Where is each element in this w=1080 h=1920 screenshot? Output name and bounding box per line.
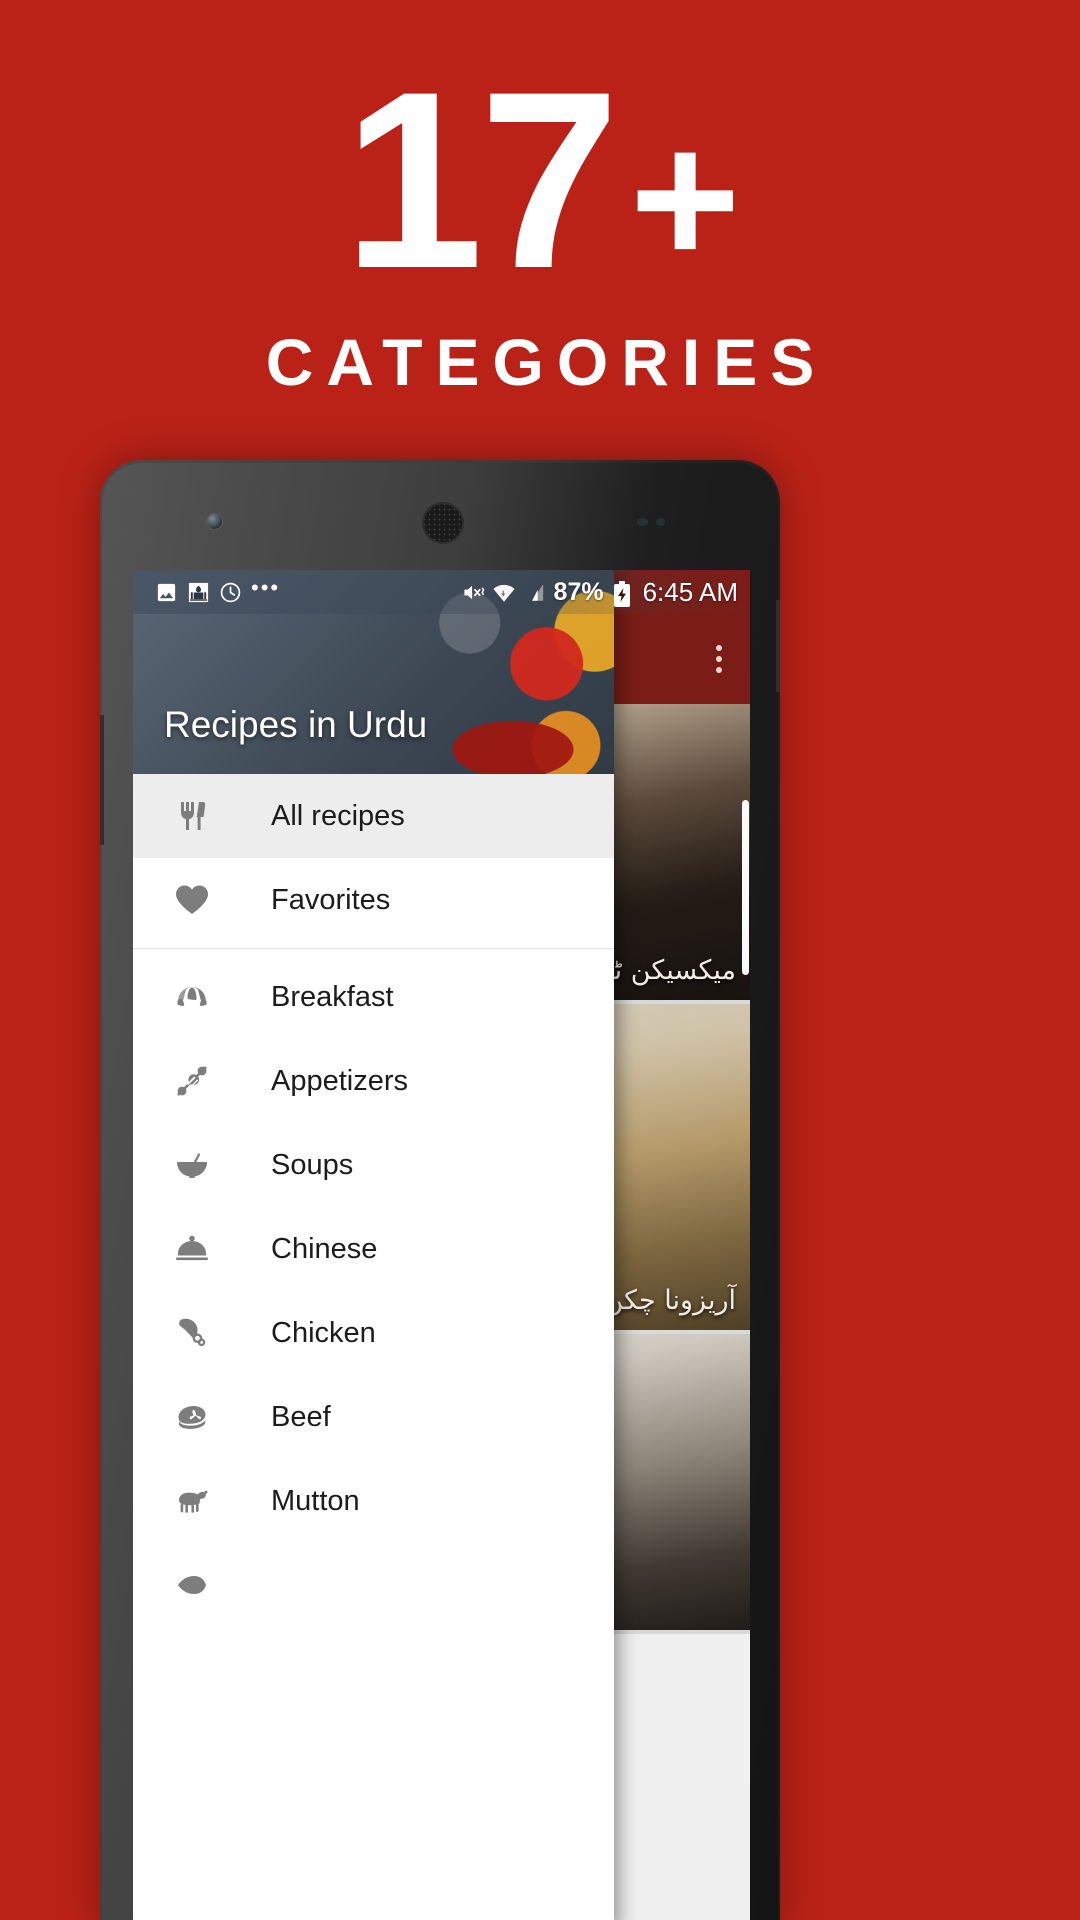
clock-time: 6:45 AM <box>642 576 738 607</box>
clock-icon <box>219 581 242 604</box>
sidebar-item-label: Mutton <box>271 1484 360 1517</box>
image-icon <box>155 581 178 604</box>
wifi-icon <box>492 581 515 604</box>
skewer-icon <box>164 1061 220 1101</box>
fish-icon <box>164 1565 220 1605</box>
sidebar-item-soups[interactable]: Soups <box>133 1123 614 1207</box>
promo-subtitle: CATEGORIES <box>265 325 828 399</box>
phone-screen: میکسیکن ٹاکو ساتھ آریزونا چکن Recipes in… <box>133 570 750 1920</box>
app-title: Recipes in Urdu <box>164 704 428 745</box>
drawer-menu: All recipes Favorites Breakfast Appetize… <box>133 774 614 1627</box>
sidebar-item-partial[interactable] <box>133 1543 614 1627</box>
promo-plus-sign: + <box>629 93 741 305</box>
scrollbar-thumb[interactable] <box>742 800 749 975</box>
soup-bowl-icon <box>164 1145 220 1185</box>
sidebar-item-label: Appetizers <box>271 1064 409 1097</box>
mute-vibrate-icon <box>461 581 484 604</box>
sheep-icon <box>164 1481 220 1521</box>
status-bar-notifications: ••• <box>133 575 281 604</box>
sidebar-item-label: Favorites <box>271 883 391 916</box>
power-button[interactable] <box>776 600 780 692</box>
drumstick-icon <box>164 1313 220 1353</box>
cloche-icon <box>164 1229 220 1269</box>
phone-top-bezel <box>100 460 780 570</box>
sidebar-item-label: Soups <box>271 1148 354 1181</box>
navigation-drawer: Recipes in Urdu All recipes Favorites Br… <box>133 570 614 1920</box>
sidebar-item-label: All recipes <box>271 799 405 832</box>
mosque-icon <box>187 581 210 604</box>
sidebar-item-all-recipes[interactable]: All recipes <box>133 774 614 858</box>
sidebar-item-label: Breakfast <box>271 980 394 1013</box>
status-bar-system-icons: 87% 6:45 AM <box>461 577 750 608</box>
more-vert-icon[interactable] <box>716 645 722 673</box>
sidebar-item-chinese[interactable]: Chinese <box>133 1207 614 1291</box>
promo-number: 17 <box>343 40 619 321</box>
volume-button[interactable] <box>100 715 104 845</box>
status-overflow-dots: ••• <box>251 575 281 600</box>
sidebar-item-favorites[interactable]: Favorites <box>133 858 614 942</box>
sidebar-item-beef[interactable]: Beef <box>133 1375 614 1459</box>
heart-icon <box>164 880 220 920</box>
sidebar-item-chicken[interactable]: Chicken <box>133 1291 614 1375</box>
recipe-title: آریزونا چکن <box>603 1284 736 1316</box>
battery-percentage: 87% <box>553 577 604 606</box>
sidebar-item-breakfast[interactable]: Breakfast <box>133 955 614 1039</box>
promo-banner: 17 + CATEGORIES <box>0 0 1080 460</box>
sidebar-item-label: Chinese <box>271 1232 378 1265</box>
light-sensor-icon <box>656 518 665 526</box>
phone-device: میکسیکن ٹاکو ساتھ آریزونا چکن Recipes in… <box>100 460 780 1920</box>
battery-charging-icon <box>612 580 635 607</box>
sidebar-item-label: Beef <box>271 1400 331 1433</box>
promo-number-group: 17 + <box>343 40 741 321</box>
steak-icon <box>164 1397 220 1437</box>
front-camera-icon <box>207 514 222 529</box>
proximity-sensor-icon <box>637 518 648 526</box>
status-bar: ••• 87% 6:45 AM <box>133 570 750 614</box>
signal-icon <box>523 581 546 604</box>
earpiece-speaker-icon <box>422 502 464 544</box>
sidebar-item-mutton[interactable]: Mutton <box>133 1459 614 1543</box>
fork-knife-icon <box>164 796 220 836</box>
drawer-divider <box>133 948 614 949</box>
croissant-icon <box>164 977 220 1017</box>
sidebar-item-appetizers[interactable]: Appetizers <box>133 1039 614 1123</box>
sidebar-item-label: Chicken <box>271 1316 376 1349</box>
